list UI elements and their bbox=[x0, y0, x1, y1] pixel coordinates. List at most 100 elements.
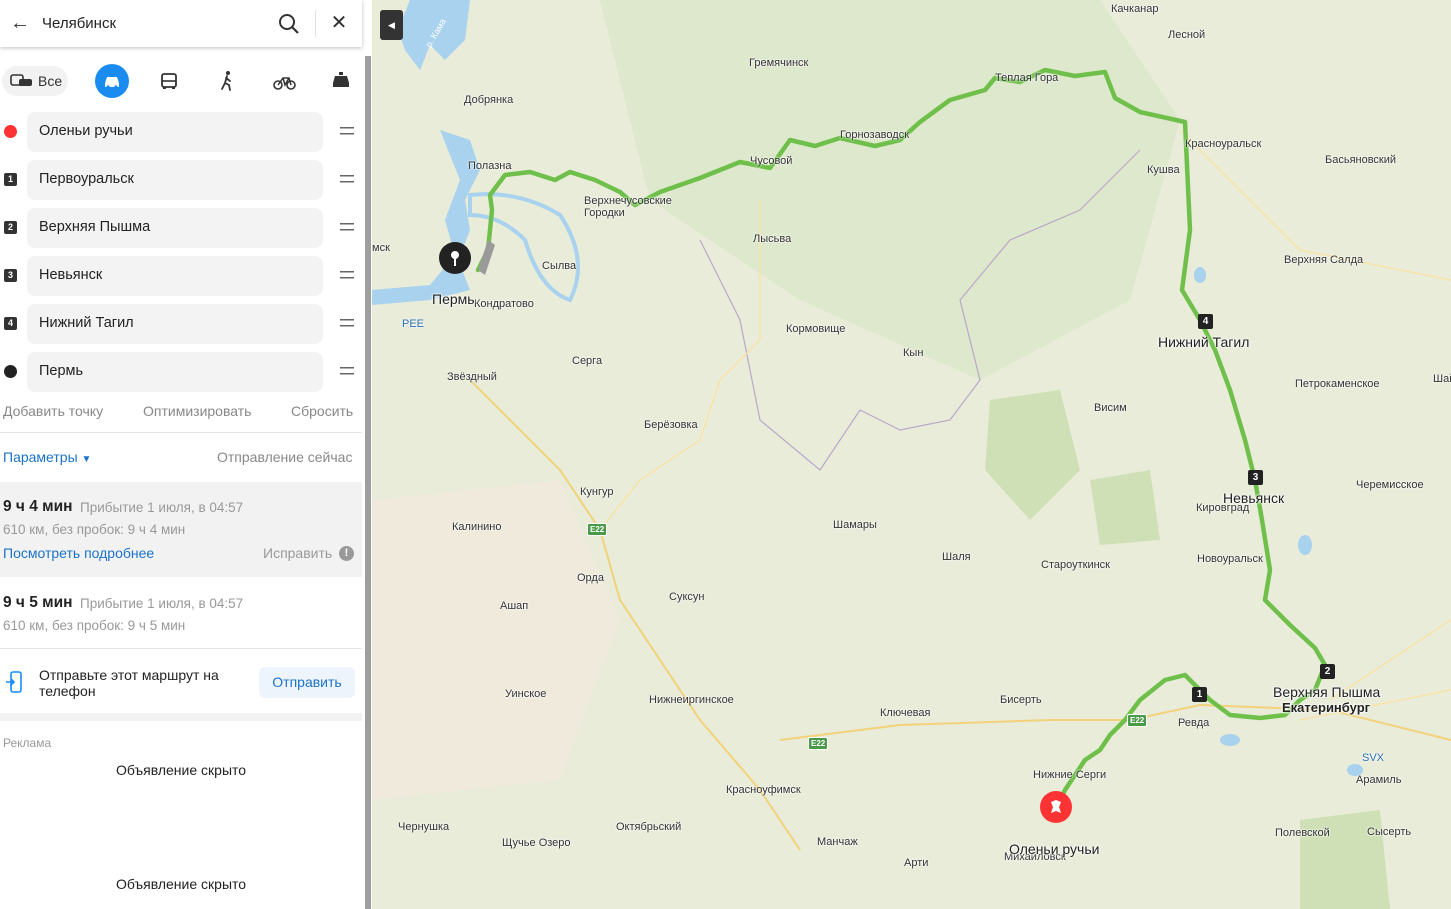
map-town-vgorodki: Верхнечусовские Городки bbox=[584, 195, 672, 219]
highway-e22-sign: E22 bbox=[587, 523, 608, 536]
mode-taxi-button[interactable] bbox=[324, 64, 358, 98]
drag-handle-icon[interactable] bbox=[340, 364, 354, 378]
highway-e22-sign: E22 bbox=[808, 737, 829, 750]
bus-icon bbox=[161, 73, 177, 89]
mode-all-button[interactable]: Все bbox=[2, 66, 68, 96]
finish-pin-icon[interactable] bbox=[439, 242, 471, 274]
map-town-shamary: Шамары bbox=[833, 519, 877, 531]
waypoint-marker-2[interactable]: 2 bbox=[1320, 664, 1335, 679]
map-town-serga: Серга bbox=[572, 355, 603, 367]
drag-handle-icon[interactable] bbox=[340, 268, 354, 282]
map-town-petrokamenskoe: Петрокаменское bbox=[1295, 378, 1380, 390]
drag-handle-icon[interactable] bbox=[340, 316, 354, 330]
mode-bike-button[interactable] bbox=[267, 64, 301, 98]
waypoint-marker-4[interactable]: 4 bbox=[1198, 314, 1213, 329]
sidebar: ← Челябинск ✕ Все Оленьи ручьи 1 Первоур… bbox=[0, 0, 372, 909]
map-town-sysert: Сысерть bbox=[1367, 826, 1412, 838]
search-icon[interactable] bbox=[276, 11, 302, 37]
mode-transit-button[interactable] bbox=[152, 64, 186, 98]
route-duration: 9 ч 5 мин bbox=[3, 594, 73, 611]
phone-send-icon bbox=[6, 671, 22, 693]
waypoint-4-badge: 4 bbox=[4, 317, 17, 330]
route-point-2: 2 Верхняя Пышма bbox=[0, 208, 362, 248]
map-town-krasnoufimsk: Красноуфимск bbox=[726, 784, 801, 796]
map-town-nizhnie-sergi: Нижние Серги bbox=[1033, 769, 1107, 781]
map-city-tagil: Нижний Тагил bbox=[1158, 334, 1250, 350]
map-town-revda: Ревда bbox=[1178, 717, 1210, 729]
divider bbox=[0, 432, 362, 433]
waypoint-marker-1[interactable]: 1 bbox=[1192, 687, 1207, 702]
map-town-aramil: Арамиль bbox=[1356, 774, 1402, 786]
add-point-button[interactable]: Добавить точку bbox=[3, 403, 103, 419]
drag-handle-icon[interactable] bbox=[340, 220, 354, 234]
map-town-zvezdny: Звёздный bbox=[447, 371, 497, 383]
map-town-chernushka: Чернушка bbox=[398, 821, 450, 833]
mode-walk-button[interactable] bbox=[210, 64, 244, 98]
map-town-vsalda: Верхняя Салда bbox=[1284, 254, 1364, 266]
params-dropdown[interactable]: Параметры ▼ bbox=[3, 449, 91, 465]
map-town-staroutkinsk: Староуткинск bbox=[1041, 559, 1110, 571]
map-town-klyuchevaya: Ключевая bbox=[880, 707, 931, 719]
send-button[interactable]: Отправить bbox=[259, 667, 355, 698]
map-view[interactable]: Качканар Лесной р. Кама Гремячинск Добря… bbox=[372, 0, 1451, 909]
fix-route-button[interactable]: Исправить bbox=[263, 545, 332, 561]
map-town-schuchye: Щучье Озеро bbox=[502, 837, 571, 849]
map-city-olenyi: Оленьи ручьи bbox=[1009, 841, 1100, 857]
drag-handle-icon[interactable] bbox=[340, 124, 354, 138]
taxi-icon bbox=[333, 72, 349, 87]
route-arrival: Прибытие 1 июля, в 04:57 bbox=[80, 500, 244, 515]
start-dot-icon bbox=[4, 125, 17, 138]
map-town-polevskoy: Полевской bbox=[1275, 827, 1330, 839]
section-gap bbox=[0, 713, 362, 721]
start-pin-icon[interactable] bbox=[1040, 791, 1072, 823]
divider bbox=[0, 648, 362, 649]
route-point-input[interactable]: Верхняя Пышма bbox=[27, 208, 323, 248]
divider bbox=[315, 10, 316, 37]
reset-button[interactable]: Сбросить bbox=[291, 403, 353, 419]
departure-selector[interactable]: Отправление сейчас bbox=[217, 449, 352, 465]
route-point-input[interactable]: Невьянск bbox=[27, 256, 323, 296]
map-town-kushva: Кушва bbox=[1147, 164, 1180, 176]
map-town-krasnouralsk: Красноуральск bbox=[1185, 138, 1262, 150]
map-town-kalinino: Калинино bbox=[452, 521, 502, 533]
route-point-4: 4 Нижний Тагил bbox=[0, 304, 362, 344]
route-point-end: Пермь bbox=[0, 352, 362, 392]
map-city-pyshma: Верхняя Пышма bbox=[1273, 684, 1381, 700]
ad-hidden-text: Объявление скрыто bbox=[115, 876, 247, 892]
map-town-kyn: Кын bbox=[903, 347, 924, 359]
route-distance: 610 км, без пробок: 9 ч 4 мин bbox=[3, 522, 186, 537]
map-town-sylva: Сылва bbox=[542, 260, 577, 272]
route-point-input[interactable]: Первоуральск bbox=[27, 160, 323, 200]
route-point-1: 1 Первоуральск bbox=[0, 160, 362, 200]
optimize-button[interactable]: Оптимизировать bbox=[143, 403, 251, 419]
waypoint-marker-3[interactable]: 3 bbox=[1248, 470, 1263, 485]
drag-handle-icon[interactable] bbox=[340, 172, 354, 186]
route-point-input[interactable]: Нижний Тагил bbox=[27, 304, 323, 344]
close-icon[interactable]: ✕ bbox=[326, 10, 352, 36]
route-actions: Добавить точку Оптимизировать Сбросить bbox=[0, 403, 362, 423]
map-town-manchazh: Манчаж bbox=[817, 836, 858, 848]
waypoint-3-badge: 3 bbox=[4, 269, 17, 282]
sidebar-scrollbar[interactable] bbox=[365, 56, 371, 909]
map-town-lysva: Лысьва bbox=[753, 233, 792, 245]
send-to-phone-text: Отправьте этот маршрут на телефон bbox=[39, 667, 219, 699]
map-town-visim: Висим bbox=[1094, 402, 1127, 414]
bike-icon bbox=[273, 77, 296, 90]
route-option-1[interactable]: 9 ч 4 мин Прибытие 1 июля, в 04:57 610 к… bbox=[0, 482, 362, 577]
route-point-3: 3 Невьянск bbox=[0, 256, 362, 296]
back-arrow-icon[interactable]: ← bbox=[8, 10, 32, 36]
map-town-teplaya: Теплая Гора bbox=[995, 72, 1059, 84]
route-point-input[interactable]: Пермь bbox=[27, 352, 323, 392]
warning-icon: ! bbox=[339, 546, 354, 561]
map-town-kungur: Кунгур bbox=[580, 486, 614, 498]
route-details-link[interactable]: Посмотреть подробнее bbox=[3, 545, 154, 561]
route-option-2[interactable]: 9 ч 5 мин Прибытие 1 июля, в 04:57 610 к… bbox=[0, 578, 362, 648]
collapse-panel-button[interactable]: ◀ bbox=[380, 10, 403, 40]
map-city-nevyansk: Невьянск bbox=[1223, 490, 1285, 506]
map-town-oktyabrsky: Октябрьский bbox=[616, 821, 682, 833]
ad-label: Реклама bbox=[3, 736, 52, 750]
route-point-input[interactable]: Оленьи ручьи bbox=[27, 112, 323, 152]
highway-e22-sign: E22 bbox=[1127, 714, 1148, 727]
search-input[interactable]: Челябинск bbox=[42, 15, 116, 32]
mode-car-button[interactable] bbox=[95, 64, 129, 98]
